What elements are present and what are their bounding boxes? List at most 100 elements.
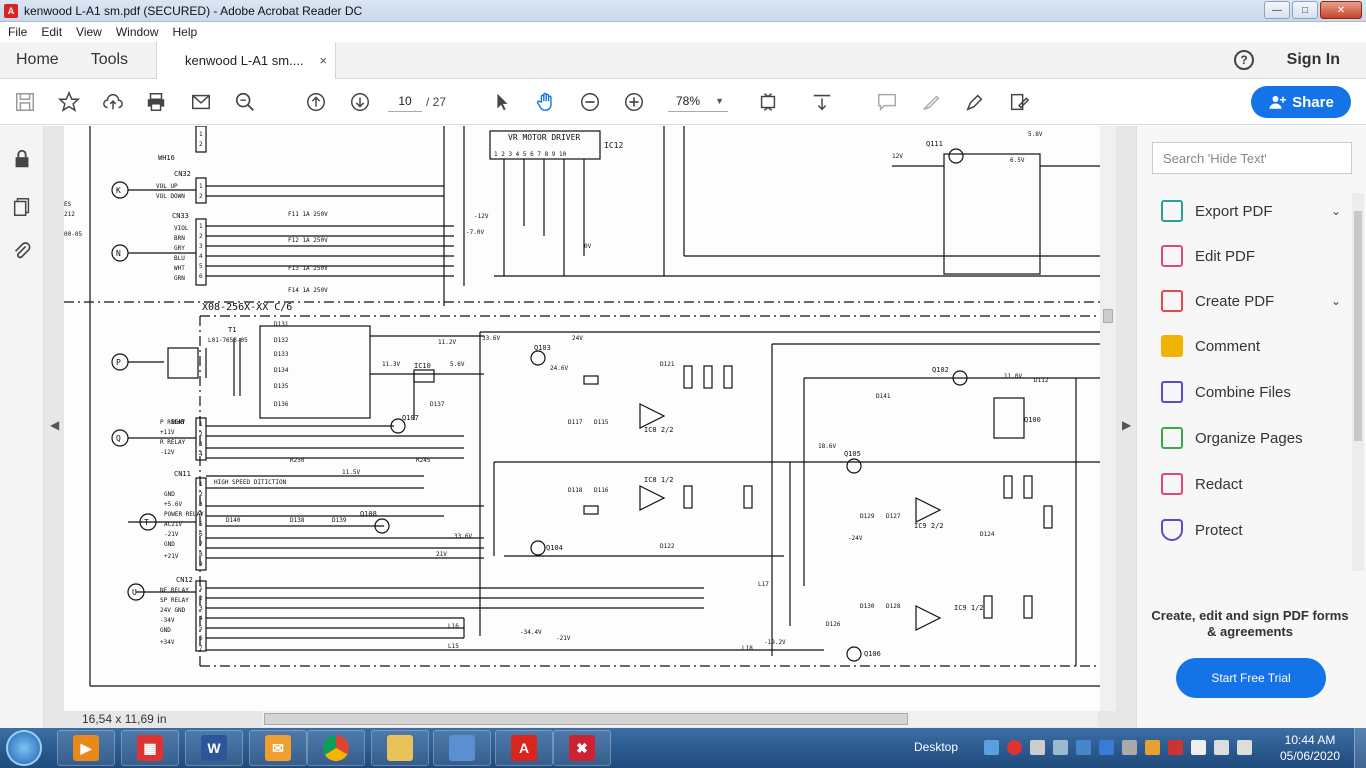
email-icon[interactable]	[189, 90, 213, 114]
document-vertical-scrollbar[interactable]	[1100, 126, 1116, 711]
sign-pen-icon[interactable]	[963, 90, 987, 114]
folder-icon	[387, 735, 413, 761]
close-window-button[interactable]: ✕	[1320, 1, 1362, 19]
desktop-toolbar-label[interactable]: Desktop	[914, 740, 958, 754]
taskbar-snipping[interactable]: ✖	[553, 730, 611, 766]
zoom-out-icon[interactable]	[578, 90, 602, 114]
tray-tools-icon[interactable]	[1122, 740, 1137, 755]
next-page-arrow-icon[interactable]: ▶	[1122, 418, 1131, 432]
sign-in-link[interactable]: Sign In	[1287, 51, 1340, 69]
tool-organize-pages[interactable]: Organize Pages	[1161, 425, 1341, 451]
tools-search-input[interactable]: Search 'Hide Text'	[1152, 142, 1352, 174]
document-area[interactable]: ◀ ▶ VR MOTOR DRIVER 1 2 3 4 5 6 7 8 9 10…	[44, 126, 1136, 728]
taskbar-word[interactable]: W	[185, 730, 243, 766]
taskbar-outlook[interactable]: ✉	[249, 730, 307, 766]
menu-edit[interactable]: Edit	[41, 25, 62, 39]
menu-view[interactable]: View	[76, 25, 102, 39]
chevron-down-icon[interactable]: ⌄	[1331, 294, 1341, 308]
print-icon[interactable]	[144, 90, 168, 114]
zoom-level-select[interactable]: 78% ▼	[668, 90, 728, 112]
menu-file[interactable]: File	[8, 25, 27, 39]
cn12-label: CN12	[176, 576, 193, 584]
comment-icon[interactable]	[875, 90, 899, 114]
tool-export-pdf[interactable]: Export PDF ⌄	[1161, 198, 1341, 224]
tray-network-icon[interactable]	[984, 740, 999, 755]
tools-pane-scrollbar[interactable]	[1352, 193, 1364, 571]
tray-audio-app-icon[interactable]	[1145, 740, 1160, 755]
taskbar-clock[interactable]: 10:44 AM 05/06/2020	[1278, 732, 1342, 764]
vol-up-label: VOL UP	[156, 183, 178, 190]
horizontal-scroll-thumb[interactable]	[264, 713, 908, 725]
pages-icon[interactable]	[11, 196, 33, 218]
show-desktop-button[interactable]	[1354, 728, 1366, 768]
d129-label: D129	[860, 513, 875, 520]
start-free-trial-button[interactable]: Start Free Trial	[1176, 658, 1326, 698]
tray-flag-icon[interactable]	[1191, 740, 1206, 755]
page-fit-icon[interactable]	[756, 90, 780, 114]
q106-label: Q106	[864, 650, 881, 658]
close-tab-icon[interactable]: ×	[319, 53, 327, 68]
menu-window[interactable]: Window	[116, 25, 159, 39]
taskbar-app-grid[interactable]: ▦	[121, 730, 179, 766]
tool-protect[interactable]: Protect	[1161, 517, 1341, 543]
page-number-input[interactable]: 10	[388, 90, 422, 112]
taskbar-media-player[interactable]: ▶	[57, 730, 115, 766]
previous-page-icon[interactable]	[304, 90, 328, 114]
cn32-pin-1: 1	[199, 183, 203, 190]
select-cursor-icon[interactable]	[490, 90, 514, 114]
start-button[interactable]	[6, 730, 42, 766]
tool-comment[interactable]: Comment	[1161, 333, 1341, 359]
cn11-pin-2: 2	[199, 491, 203, 498]
prev-page-arrow-icon[interactable]: ◀	[50, 418, 59, 432]
tab-document[interactable]: kenwood L-A1 sm.... ×	[156, 41, 337, 79]
share-button[interactable]: Share	[1251, 86, 1351, 118]
tray-battery-icon[interactable]	[1214, 740, 1229, 755]
tab-tools[interactable]: Tools	[75, 42, 144, 79]
tab-home[interactable]: Home	[0, 42, 75, 79]
hand-tool-icon[interactable]	[534, 90, 558, 114]
tool-edit-pdf-label: Edit PDF	[1195, 247, 1256, 265]
tray-sync-icon[interactable]	[1053, 740, 1068, 755]
chrome-icon	[323, 735, 349, 761]
plus11v-label: +11V	[160, 429, 175, 436]
tray-volume-icon[interactable]	[1237, 740, 1252, 755]
tray-edge-icon[interactable]	[1099, 740, 1114, 755]
taskbar-control-panel[interactable]	[433, 730, 491, 766]
document-horizontal-scrollbar[interactable]	[262, 711, 1098, 727]
help-icon[interactable]: ?	[1234, 50, 1254, 70]
tool-redact[interactable]: Redact	[1161, 471, 1341, 497]
maximize-button[interactable]: □	[1292, 1, 1318, 19]
tray-antivirus-icon[interactable]	[1168, 740, 1183, 755]
minus12v-label: -12V	[160, 449, 175, 456]
highlight-pen-icon[interactable]	[919, 90, 943, 114]
pdf-page[interactable]: VR MOTOR DRIVER 1 2 3 4 5 6 7 8 9 10 IC1…	[64, 126, 1100, 711]
bookmark-star-icon[interactable]	[57, 90, 81, 114]
scroll-mode-icon[interactable]	[810, 90, 834, 114]
fill-sign-icon[interactable]	[1007, 90, 1031, 114]
vr-motor-driver-pins: 1 2 3 4 5 6 7 8 9 10	[494, 151, 567, 158]
taskbar-explorer[interactable]	[371, 730, 429, 766]
taskbar-chrome[interactable]	[307, 730, 365, 766]
menu-help[interactable]: Help	[173, 25, 198, 39]
tool-edit-pdf[interactable]: Edit PDF	[1161, 243, 1341, 269]
tools-pane-scroll-thumb[interactable]	[1354, 211, 1362, 441]
tool-create-pdf[interactable]: Create PDF ⌄	[1161, 288, 1341, 314]
upload-cloud-icon[interactable]	[101, 90, 125, 114]
chevron-down-icon[interactable]: ⌄	[1331, 204, 1341, 218]
find-zoom-icon[interactable]	[233, 90, 257, 114]
tray-lock-icon[interactable]	[1030, 740, 1045, 755]
taskbar-acrobat[interactable]: A	[495, 730, 553, 766]
tray-alert-icon[interactable]	[1007, 740, 1022, 755]
zoom-in-icon[interactable]	[622, 90, 646, 114]
tool-combine-files[interactable]: Combine Files	[1161, 379, 1341, 405]
vertical-scroll-thumb[interactable]	[1103, 309, 1113, 323]
lock-icon[interactable]	[11, 148, 33, 170]
d135-label: D135	[274, 383, 289, 390]
d136-label: D136	[274, 401, 289, 408]
tray-display-icon[interactable]	[1076, 740, 1091, 755]
minimize-button[interactable]: —	[1264, 1, 1290, 19]
attachment-icon[interactable]	[11, 240, 33, 262]
d118-label: D118	[568, 487, 583, 494]
save-icon[interactable]	[13, 90, 37, 114]
next-page-icon[interactable]	[348, 90, 372, 114]
